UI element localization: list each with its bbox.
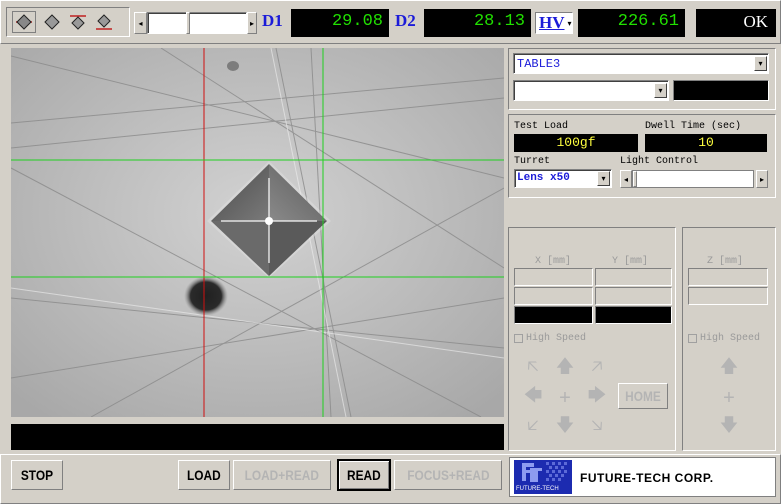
move-up-right-button[interactable]: 🡥 xyxy=(582,355,612,383)
table-sub-select[interactable]: ▾ xyxy=(513,80,669,101)
z-mm-label: Z [mm] xyxy=(707,256,744,267)
test-load-label: Test Load xyxy=(514,121,569,132)
y-field-1 xyxy=(595,268,672,286)
z-down-button[interactable]: 🡇 xyxy=(714,414,744,442)
camera-view[interactable] xyxy=(11,48,504,417)
scroll-thumb[interactable] xyxy=(186,12,190,34)
center-button[interactable]: + xyxy=(550,384,580,412)
table-sub-display xyxy=(673,80,769,101)
indent-tool-2-icon[interactable] xyxy=(41,11,63,33)
chevron-down-icon: ▾ xyxy=(754,56,767,71)
test-load-value: 100gf xyxy=(514,134,638,152)
d2-label: D2 xyxy=(395,11,416,30)
z-field-2 xyxy=(688,287,768,305)
home-button[interactable]: HOME xyxy=(618,383,668,409)
y-field-2 xyxy=(595,287,672,305)
move-down-right-button[interactable]: 🡦 xyxy=(582,414,612,442)
light-left-button[interactable]: ◂ xyxy=(620,170,632,188)
turret-select[interactable]: Lens x50 ▾ xyxy=(514,169,612,188)
checkbox-icon xyxy=(514,334,523,343)
load-button-label: LOAD xyxy=(187,467,221,483)
load-read-button-label: LOAD+READ xyxy=(244,467,320,483)
chevron-down-icon: ▾ xyxy=(654,83,667,98)
y-mm-label: Y [mm] xyxy=(612,256,649,267)
load-read-button[interactable]: LOAD+READ xyxy=(233,460,331,490)
indent-tool-3-icon[interactable] xyxy=(67,11,89,33)
turret-label: Turret xyxy=(514,156,551,167)
move-left-button[interactable]: 🡄 xyxy=(518,384,548,412)
logo-text: FUTURE-TECH xyxy=(516,486,559,492)
hv-value: 226.61 xyxy=(578,9,685,37)
move-up-left-button[interactable]: 🡤 xyxy=(518,355,548,383)
dwell-time-label: Dwell Time (sec) xyxy=(645,121,742,132)
light-right-button[interactable]: ▸ xyxy=(756,170,768,188)
result-display: OK xyxy=(696,9,776,37)
brand-name: FUTURE-TECH CORP. xyxy=(580,471,714,485)
future-tech-logo: FUTURE-TECH xyxy=(514,460,572,494)
y-field-3 xyxy=(595,306,672,324)
d1-label: D1 xyxy=(262,11,283,30)
stop-button-label: STOP xyxy=(20,467,54,483)
home-button-label: HOME xyxy=(625,388,661,404)
stop-button[interactable]: STOP xyxy=(11,460,63,490)
x-field-2 xyxy=(514,287,593,305)
dwell-time-value: 10 xyxy=(645,134,767,152)
read-button-label: READ xyxy=(347,467,381,483)
table-select-value: TABLE3 xyxy=(517,57,561,71)
indent-tool-1-icon[interactable] xyxy=(12,11,36,33)
light-slider-thumb[interactable] xyxy=(633,171,637,187)
focus-read-button[interactable]: FOCUS+READ xyxy=(394,460,502,490)
scroll-track[interactable] xyxy=(147,12,247,34)
x-field-1 xyxy=(514,268,593,286)
hv-label: HV xyxy=(539,13,565,32)
z-high-speed-checkbox[interactable]: High Speed xyxy=(688,333,760,344)
checkbox-icon xyxy=(688,334,697,343)
z-plus-button[interactable]: + xyxy=(714,384,744,412)
x-field-3 xyxy=(514,306,593,324)
z-high-speed-label: High Speed xyxy=(700,333,761,344)
chevron-down-icon: ▾ xyxy=(567,18,572,28)
move-up-button[interactable]: 🡅 xyxy=(550,355,580,383)
indent-tool-4-icon[interactable] xyxy=(93,11,115,33)
d2-value: 28.13 xyxy=(424,9,531,37)
chevron-down-icon: ▾ xyxy=(597,171,610,186)
move-down-left-button[interactable]: 🡧 xyxy=(518,414,548,442)
load-button[interactable]: LOAD xyxy=(178,460,230,490)
xy-high-speed-label: High Speed xyxy=(526,333,587,344)
focus-read-button-label: FOCUS+READ xyxy=(406,467,490,483)
d1-value: 29.08 xyxy=(291,9,389,37)
move-right-button[interactable]: 🡆 xyxy=(582,384,612,412)
move-down-button[interactable]: 🡇 xyxy=(550,414,580,442)
turret-select-value: Lens x50 xyxy=(517,172,570,184)
scroll-right-button[interactable]: ▸ xyxy=(247,12,257,34)
light-control-label: Light Control xyxy=(620,156,699,167)
z-up-button[interactable]: 🡅 xyxy=(714,355,744,383)
specimen-image xyxy=(11,48,504,417)
scroll-left-button[interactable]: ◂ xyxy=(134,12,147,34)
read-button[interactable]: READ xyxy=(337,459,391,491)
z-field-1 xyxy=(688,268,768,286)
status-bar xyxy=(11,424,504,450)
xy-high-speed-checkbox[interactable]: High Speed xyxy=(514,333,586,344)
light-slider-track[interactable] xyxy=(632,170,754,188)
hv-select[interactable]: HV ▾ xyxy=(535,12,573,34)
table-select[interactable]: TABLE3 ▾ xyxy=(513,53,769,74)
x-mm-label: X [mm] xyxy=(535,256,572,267)
